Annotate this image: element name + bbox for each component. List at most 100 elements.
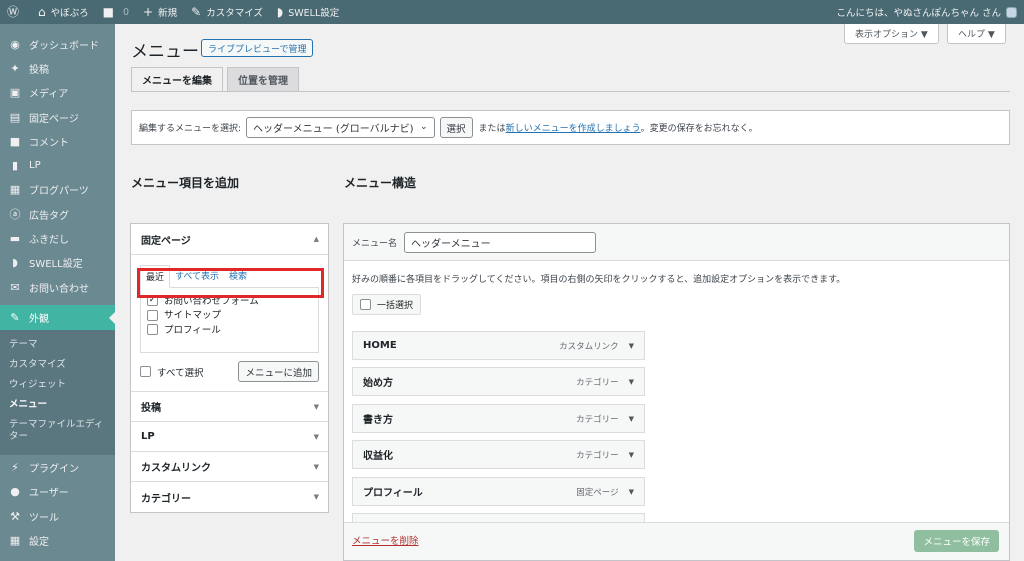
sidebar-item[interactable]: ● ユーザー bbox=[0, 480, 115, 504]
live-preview-button[interactable]: ライブプレビューで管理 bbox=[201, 39, 314, 57]
menu-item-row[interactable]: 始め方 カテゴリー ▼ bbox=[352, 367, 645, 396]
screen-options-button[interactable]: 表示オプション ▼ bbox=[844, 24, 939, 44]
swell-settings-link[interactable]: ◗ SWELL設定 bbox=[270, 0, 346, 24]
triangle-down-icon: ▼ bbox=[313, 462, 319, 471]
tab-divider bbox=[131, 91, 1010, 92]
tab-manage-locations[interactable]: 位置を管理 bbox=[227, 67, 299, 92]
admin-sidebar: ◉ ダッシュボード ✦ 投稿 ▣ メディア ▤ 固定ページ ■ コメント ▮ LP ▦ ブログパーツ ⓐ 広告… bbox=[0, 24, 115, 561]
bubble-icon: ▬ bbox=[9, 232, 21, 246]
triangle-down-icon[interactable]: ▼ bbox=[629, 488, 634, 496]
submenu-item-theme-editor[interactable]: テーマファイルエディター bbox=[0, 415, 115, 447]
delete-menu-link[interactable]: メニューを削除 bbox=[352, 533, 419, 547]
new-content-link[interactable]: + 新規 bbox=[136, 0, 184, 24]
triangle-down-icon[interactable]: ▼ bbox=[629, 378, 634, 386]
wrench-icon: ⚒ bbox=[10, 509, 20, 523]
sidebar-item[interactable]: ▦ ブログパーツ bbox=[0, 178, 115, 202]
tab-edit-menus[interactable]: メニューを編集 bbox=[131, 67, 223, 92]
sidebar-item[interactable]: ⚡ プラグイン bbox=[0, 455, 115, 479]
bulk-select-checkbox[interactable] bbox=[360, 299, 371, 310]
accordion-pages-header[interactable]: 固定ページ ▲ bbox=[131, 224, 328, 255]
page-checkbox[interactable] bbox=[147, 323, 158, 335]
swell-icon: ◗ bbox=[12, 256, 18, 270]
menu-name-input[interactable]: ヘッダーメニュー bbox=[404, 231, 597, 253]
bulk-select-button[interactable]: 一括選択 bbox=[352, 294, 422, 315]
submenu-item-menus[interactable]: メニュー bbox=[0, 395, 115, 415]
sidebar-item[interactable]: ◗ SWELL設定 bbox=[0, 251, 115, 275]
sidebar-item-appearance[interactable]: ✎ 外観 bbox=[0, 305, 115, 331]
triangle-down-icon: ▼ bbox=[313, 432, 319, 441]
sidebar-item[interactable]: ◉ ダッシュボード bbox=[0, 32, 115, 56]
user-icon: ● bbox=[10, 485, 20, 499]
triangle-down-icon[interactable]: ▼ bbox=[629, 415, 634, 423]
comments-link[interactable]: ■ 0 bbox=[96, 0, 136, 24]
menu-structure-panel: メニュー名 ヘッダーメニュー 好みの順番に各項目をドラッグしてください。項目の右… bbox=[343, 223, 1010, 561]
sidebar-item[interactable]: ⓐ 広告タグ bbox=[0, 202, 115, 226]
help-button[interactable]: ヘルプ ▼ bbox=[947, 24, 1006, 44]
menu-select-dropdown[interactable]: ヘッダーメニュー (グローバルナビ) ⌄ bbox=[246, 117, 435, 138]
settings-icon: ▦ bbox=[9, 533, 21, 547]
home-icon: ⌂ bbox=[38, 5, 46, 19]
accordion-posts-header[interactable]: 投稿 ▼ bbox=[131, 392, 328, 422]
add-items-accordion: 固定ページ ▲ 最近 すべて表示 検索 ✓ お問い合わせフォーム サイトマップ bbox=[130, 223, 329, 513]
submenu-item-customize[interactable]: カスタマイズ bbox=[0, 355, 115, 375]
mail-icon: ✉ bbox=[10, 280, 20, 294]
highlight-box bbox=[137, 268, 324, 298]
sidebar-item[interactable]: ⚒ ツール bbox=[0, 504, 115, 528]
select-all-checkbox[interactable] bbox=[140, 366, 151, 377]
pin-icon: ✦ bbox=[10, 61, 20, 75]
plugin-icon: ⚡ bbox=[11, 460, 19, 474]
account-menu[interactable]: こんにちは、やぬさんぽんちゃん さん bbox=[829, 0, 1024, 24]
sidebar-item[interactable]: ✦ 投稿 bbox=[0, 56, 115, 80]
accordion-lp-header[interactable]: LP ▼ bbox=[131, 422, 328, 452]
brush-icon: ✎ bbox=[191, 5, 202, 19]
accordion-custom-links-header[interactable]: カスタムリンク ▼ bbox=[131, 452, 328, 482]
add-items-title: メニュー項目を追加 bbox=[131, 176, 240, 190]
media-icon: ▣ bbox=[9, 86, 21, 100]
list-item[interactable]: サイトマップ bbox=[147, 308, 312, 321]
customize-link[interactable]: ✎ カスタマイズ bbox=[184, 0, 270, 24]
sidebar-item[interactable]: ✉ お問い合わせ bbox=[0, 275, 115, 299]
triangle-down-icon: ▼ bbox=[313, 402, 319, 411]
page-icon: ▤ bbox=[9, 110, 21, 124]
add-to-menu-button[interactable]: メニューに追加 bbox=[238, 361, 319, 382]
appearance-submenu: テーマ カスタマイズ ウィジェット メニュー テーマファイルエディター bbox=[0, 330, 115, 456]
sidebar-item[interactable]: ▣ メディア bbox=[0, 81, 115, 105]
brush-icon: ✎ bbox=[10, 311, 20, 325]
wordpress-icon: Ⓦ bbox=[7, 5, 20, 19]
sidebar-item[interactable]: ▤ 固定ページ bbox=[0, 105, 115, 129]
accordion-categories-header[interactable]: カテゴリー ▼ bbox=[131, 482, 328, 512]
gauge-icon: ◉ bbox=[10, 37, 20, 51]
drag-help-text: 好みの順番に各項目をドラッグしてください。項目の右側の矢印をクリックすると、追加… bbox=[352, 275, 846, 285]
menu-structure-title: メニュー構造 bbox=[344, 176, 417, 190]
menu-name-bar: メニュー名 ヘッダーメニュー bbox=[344, 224, 1009, 261]
submenu-item-widgets[interactable]: ウィジェット bbox=[0, 375, 115, 395]
sidebar-item[interactable]: ▮ LP bbox=[0, 153, 115, 177]
comment-icon: ■ bbox=[9, 134, 21, 148]
grid-icon: ▦ bbox=[9, 183, 21, 197]
admin-bar: Ⓦ ⌂ やぼぷろ ■ 0 + 新規 ✎ カスタマイズ ◗ SWELL設定 こんにちは、やぬ… bbox=[0, 0, 1024, 24]
comment-icon: ■ bbox=[102, 5, 114, 19]
main-content: 表示オプション ▼ ヘルプ ▼ メニュー ライブプレビューで管理 メニューを編集… bbox=[115, 24, 1024, 561]
list-item[interactable]: プロフィール bbox=[147, 321, 312, 337]
page-checkbox[interactable] bbox=[147, 310, 158, 321]
sidebar-item[interactable]: ■ コメント bbox=[0, 129, 115, 153]
submenu-item-themes[interactable]: テーマ bbox=[0, 335, 115, 355]
menu-item-row[interactable]: 収益化 カテゴリー ▼ bbox=[352, 440, 645, 469]
triangle-down-icon[interactable]: ▼ bbox=[629, 342, 634, 350]
wordpress-logo[interactable]: Ⓦ bbox=[0, 0, 31, 24]
triangle-up-icon: ▲ bbox=[313, 235, 319, 243]
swell-icon: ◗ bbox=[276, 5, 284, 19]
sidebar-item[interactable]: ▬ ふきだし bbox=[0, 226, 115, 250]
menu-item-row[interactable]: 書き方 カテゴリー ▼ bbox=[352, 404, 645, 433]
menu-item-row[interactable]: HOME カスタムリンク ▼ bbox=[352, 331, 645, 360]
select-all-checkbox-row[interactable]: すべて選択 bbox=[140, 364, 203, 380]
sidebar-item[interactable]: ▦ 設定 bbox=[0, 528, 115, 552]
select-button[interactable]: 選択 bbox=[439, 117, 473, 138]
site-name-link[interactable]: ⌂ やぼぷろ bbox=[31, 0, 96, 24]
create-new-menu-link[interactable]: 新しいメニューを作成しましょう bbox=[506, 121, 641, 134]
page-title: メニュー bbox=[131, 42, 199, 62]
triangle-down-icon[interactable]: ▼ bbox=[629, 451, 634, 459]
menu-select-bar: 編集するメニューを選択: ヘッダーメニュー (グローバルナビ) ⌄ 選択 または… bbox=[131, 110, 1010, 145]
menu-item-row[interactable]: プロフィール 固定ページ ▼ bbox=[352, 477, 645, 506]
save-menu-button[interactable]: メニューを保存 bbox=[914, 530, 999, 552]
